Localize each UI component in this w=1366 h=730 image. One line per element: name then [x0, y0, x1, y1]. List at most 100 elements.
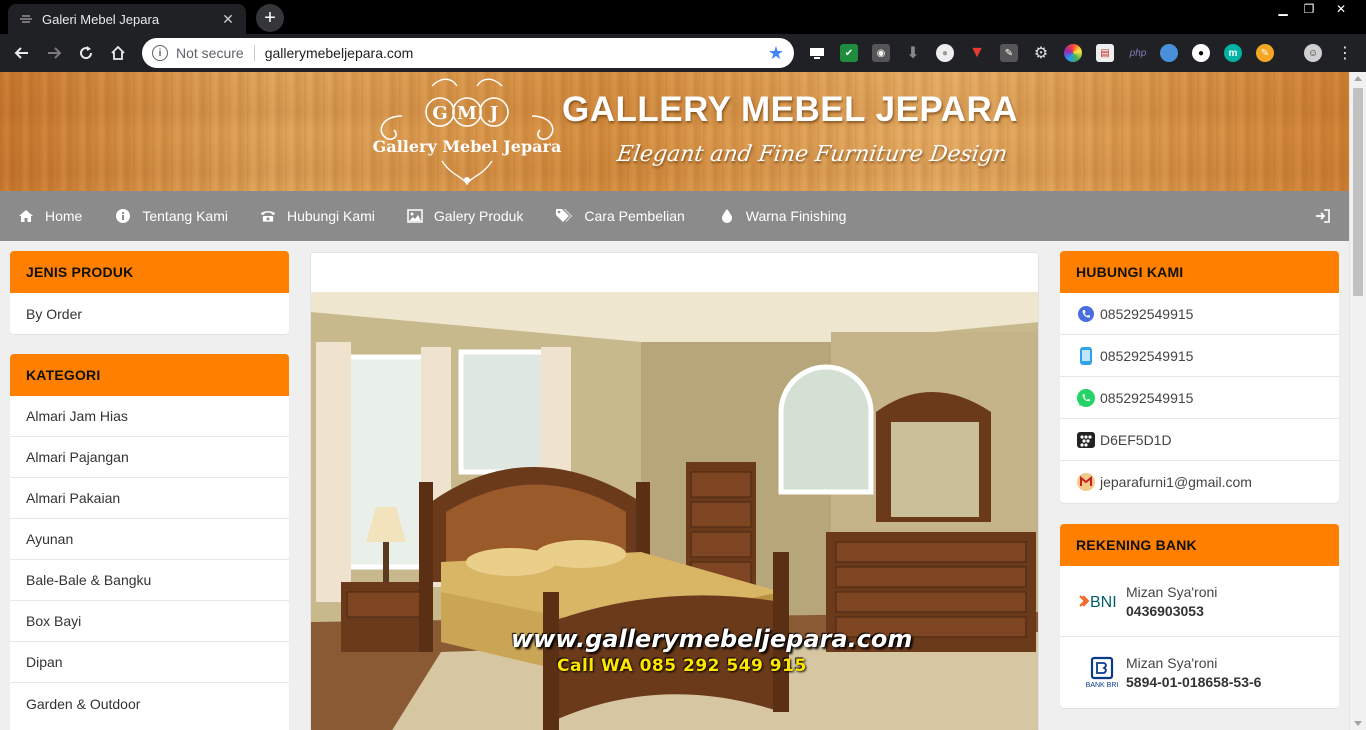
- window-close-button[interactable]: ✕: [1328, 0, 1354, 18]
- scroll-down-icon[interactable]: [1354, 721, 1362, 726]
- bank-account-row: BNI Mizan Sya'roni 0436903053: [1060, 566, 1339, 637]
- scroll-up-icon[interactable]: [1354, 76, 1362, 81]
- svg-text:Gallery Mebel Jepara: Gallery Mebel Jepara: [373, 137, 562, 156]
- phone-icon: [260, 208, 276, 224]
- bni-logo-icon: BNI: [1078, 591, 1126, 611]
- m-extension-icon[interactable]: m: [1224, 44, 1242, 62]
- download-extension-icon[interactable]: ⬇: [904, 44, 922, 62]
- drop-icon: [719, 208, 735, 224]
- forward-button[interactable]: [40, 39, 68, 67]
- site-favicon-icon: [18, 11, 34, 27]
- check-extension-icon[interactable]: ✔: [840, 44, 858, 62]
- product-photo[interactable]: www.gallerymebeljepara.com Call WA 085 2…: [311, 292, 1038, 730]
- security-label: Not secure: [176, 45, 244, 61]
- restore-button[interactable]: ❐: [1296, 0, 1322, 18]
- shield-extension-icon[interactable]: ▼: [968, 44, 986, 62]
- profile-avatar-icon[interactable]: ☺: [1304, 44, 1322, 62]
- nav-galery-produk[interactable]: Galery Produk: [375, 191, 523, 241]
- phone-icon: [1076, 304, 1096, 324]
- kategori-item[interactable]: Almari Jam Hias: [10, 396, 289, 437]
- kategori-item[interactable]: Almari Pajangan: [10, 437, 289, 478]
- header-banner: G M J Gallery Mebel Jepara GALLERY MEBEL…: [0, 72, 1349, 191]
- jenis-produk-item[interactable]: By Order: [10, 293, 289, 334]
- kategori-item[interactable]: Bale-Bale & Bangku: [10, 560, 289, 601]
- bank-account-number: 5894-01-018658-53-6: [1126, 674, 1262, 690]
- brand-logo[interactable]: G M J Gallery Mebel Jepara: [372, 76, 562, 188]
- nav-cara-pembelian[interactable]: Cara Pembelian: [523, 191, 685, 241]
- main-nav: Home Tentang Kami Hubungi Kami Galery Pr…: [0, 191, 1349, 241]
- minimize-button[interactable]: ▁: [1270, 0, 1296, 18]
- url-text[interactable]: gallerymebeljepara.com: [265, 45, 768, 61]
- info-icon[interactable]: i: [152, 45, 168, 61]
- svg-text:J: J: [488, 103, 499, 124]
- kategori-item[interactable]: Almari Pakaian: [10, 478, 289, 519]
- widget-hubungi-title: HUBUNGI KAMI: [1060, 251, 1339, 293]
- tab-active[interactable]: Galeri Mebel Jepara ✕: [8, 4, 246, 34]
- watermark-call: Call WA 085 292 549 915: [557, 656, 807, 676]
- bank-account-name: Mizan Sya'roni: [1126, 583, 1218, 600]
- monitor-extension-icon[interactable]: [808, 44, 826, 62]
- pdf-extension-icon[interactable]: ✎: [1000, 44, 1018, 62]
- widget-kategori: KATEGORI Almari Jam Hias Almari Pajangan…: [10, 354, 289, 730]
- nav-hubungi-kami[interactable]: Hubungi Kami: [228, 191, 375, 241]
- bookmark-star-icon[interactable]: ★: [768, 43, 784, 64]
- kategori-item[interactable]: Garden & Outdoor: [10, 683, 289, 724]
- site-title[interactable]: GALLERY MEBEL JEPARA: [562, 90, 1018, 130]
- nav-home-label: Home: [45, 208, 83, 224]
- home-button[interactable]: [104, 39, 132, 67]
- widget-jenis-produk-title: JENIS PRODUK: [10, 251, 289, 293]
- kategori-item[interactable]: Dipan: [10, 642, 289, 683]
- address-bar[interactable]: i Not secure gallerymebeljepara.com ★: [142, 38, 794, 68]
- tab-strip: Galeri Mebel Jepara ✕ + ▁ ❐ ✕: [0, 0, 1366, 34]
- page-viewport: G M J Gallery Mebel Jepara GALLERY MEBEL…: [0, 72, 1366, 730]
- nav-warna-finishing-label: Warna Finishing: [745, 208, 847, 224]
- contact-mobile[interactable]: 085292549915: [1060, 335, 1339, 377]
- page-scrollbar[interactable]: [1349, 72, 1366, 730]
- nav-home[interactable]: Home: [0, 191, 82, 241]
- location-extension-icon[interactable]: ◉: [872, 44, 890, 62]
- main-content: www.gallerymebeljepara.com Call WA 085 2…: [310, 252, 1039, 730]
- menu-kebab-icon[interactable]: ⋮: [1336, 44, 1354, 62]
- login-icon[interactable]: [1315, 208, 1331, 224]
- color-extension-icon[interactable]: [1064, 44, 1082, 62]
- info-icon: [115, 208, 131, 224]
- contact-email-text: jeparafurni1@gmail.com: [1100, 474, 1252, 490]
- back-button[interactable]: [8, 39, 36, 67]
- contact-phone-text: 085292549915: [1100, 305, 1194, 322]
- contact-bbm[interactable]: D6EF5D1D: [1060, 419, 1339, 461]
- nav-hubungi-kami-label: Hubungi Kami: [286, 208, 375, 224]
- kategori-item[interactable]: Ayunan: [10, 519, 289, 560]
- nav-tentang-kami[interactable]: Tentang Kami: [82, 191, 228, 241]
- watermark-site: www.gallerymebeljepara.com: [511, 625, 913, 653]
- bank-account-number: 0436903053: [1126, 602, 1204, 619]
- widget-jenis-produk: JENIS PRODUK By Order: [10, 251, 289, 334]
- bank-account-row: BANK BRI Mizan Sya'roni 5894-01-018658-5…: [1060, 637, 1339, 708]
- nav-warna-finishing[interactable]: Warna Finishing: [685, 191, 847, 241]
- dark-circle-extension-icon[interactable]: ●: [1192, 44, 1210, 62]
- home-icon: [18, 208, 34, 224]
- svg-text:G: G: [432, 103, 447, 124]
- nav-tentang-kami-label: Tentang Kami: [142, 208, 228, 224]
- omnibox-divider: [253, 45, 255, 61]
- calendar-extension-icon[interactable]: ▤: [1096, 44, 1114, 62]
- bbm-icon: [1076, 430, 1096, 450]
- tags-icon: [555, 208, 573, 224]
- nav-cara-pembelian-label: Cara Pembelian: [584, 208, 685, 224]
- site-tagline: Elegant and Fine Furniture Design: [615, 142, 1009, 167]
- php-extension-icon[interactable]: php: [1128, 44, 1148, 62]
- scrollbar-thumb[interactable]: [1353, 88, 1363, 296]
- kategori-item[interactable]: Box Bayi: [10, 601, 289, 642]
- bank-account-name: Mizan Sya'roni: [1126, 655, 1218, 671]
- contact-whatsapp-text: 085292549915: [1100, 389, 1194, 406]
- tab-close-icon[interactable]: ✕: [220, 11, 236, 27]
- app-extension-icon[interactable]: ✎: [1256, 44, 1274, 62]
- earth-extension-icon[interactable]: [1160, 44, 1178, 62]
- circle-extension-icon[interactable]: ●: [936, 44, 954, 62]
- new-tab-button[interactable]: +: [256, 4, 284, 32]
- whatsapp-icon: [1076, 388, 1096, 408]
- contact-email[interactable]: jeparafurni1@gmail.com: [1060, 461, 1339, 503]
- gear-extension-icon[interactable]: ⚙: [1032, 44, 1050, 62]
- reload-button[interactable]: [72, 39, 100, 67]
- contact-whatsapp[interactable]: 085292549915: [1060, 377, 1339, 419]
- contact-phone[interactable]: 085292549915: [1060, 293, 1339, 335]
